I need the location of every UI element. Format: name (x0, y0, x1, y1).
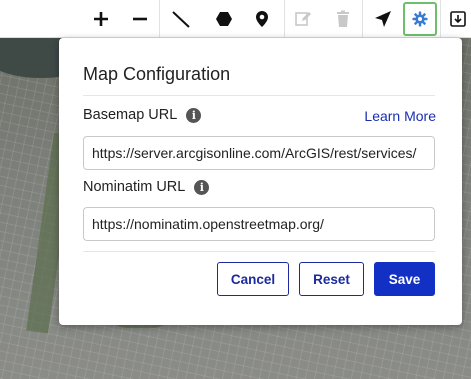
navigation-arrow-icon (375, 11, 391, 27)
locate-button[interactable] (366, 2, 400, 36)
map-toolbar (0, 0, 471, 38)
basemap-url-label-text: Basemap URL (83, 107, 178, 123)
settings-button[interactable] (403, 2, 437, 36)
footer-divider (83, 251, 435, 252)
title-divider (83, 95, 435, 96)
toolbar-divider (362, 0, 363, 37)
reset-button[interactable]: Reset (299, 262, 364, 296)
edit-icon (295, 12, 311, 26)
basemap-url-label: Basemap URL i (83, 107, 202, 123)
map-configuration-dialog: Map Configuration Basemap URL i Learn Mo… (59, 38, 462, 325)
line-icon (172, 11, 190, 28)
download-button[interactable] (441, 2, 471, 36)
delete-button[interactable] (326, 2, 360, 36)
toolbar-divider (284, 0, 285, 37)
save-button[interactable]: Save (374, 262, 435, 296)
cancel-button[interactable]: Cancel (217, 262, 289, 296)
zoom-out-button[interactable] (123, 2, 157, 36)
info-icon[interactable]: i (186, 107, 202, 123)
nominatim-url-input[interactable] (83, 207, 435, 241)
draw-line-button[interactable] (164, 2, 198, 36)
draw-point-button[interactable] (245, 2, 279, 36)
minus-icon (133, 17, 147, 21)
basemap-url-input[interactable] (83, 136, 435, 170)
toolbar-divider (159, 0, 160, 37)
learn-more-link[interactable]: Learn More (364, 108, 436, 124)
edit-button[interactable] (286, 2, 320, 36)
dialog-title: Map Configuration (83, 64, 231, 84)
nominatim-url-label: Nominatim URL i (83, 179, 210, 195)
info-icon[interactable]: i (194, 179, 210, 195)
map-pin-icon (256, 11, 268, 27)
trash-icon (337, 10, 349, 27)
draw-polygon-button[interactable] (207, 2, 241, 36)
zoom-in-button[interactable] (84, 2, 118, 36)
hexagon-icon (216, 12, 232, 26)
plus-icon (94, 12, 108, 26)
gear-icon (412, 11, 428, 27)
nominatim-url-label-text: Nominatim URL (83, 179, 186, 195)
download-icon (450, 11, 466, 27)
